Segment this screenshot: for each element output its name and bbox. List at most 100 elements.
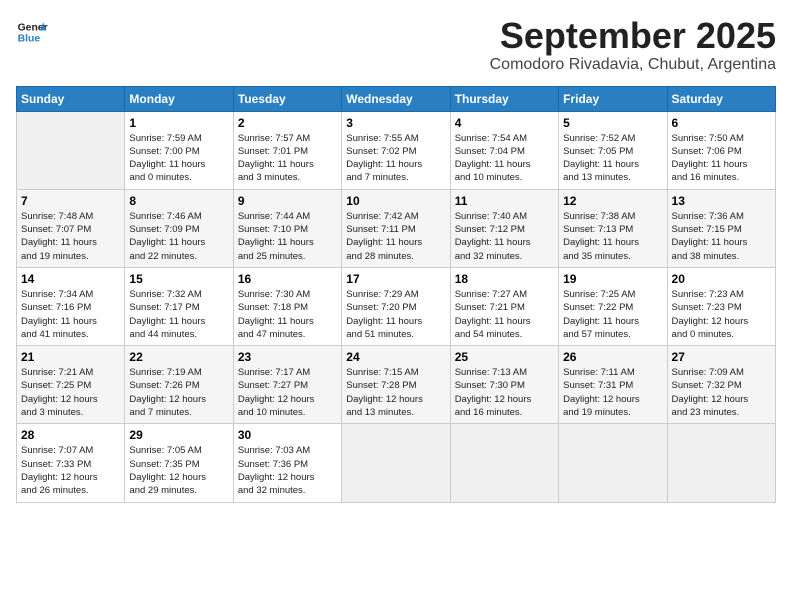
calendar-cell: 9 Sunrise: 7:44 AM Sunset: 7:10 PM Daylig… [233, 189, 341, 267]
calendar-cell: 25 Sunrise: 7:13 AM Sunset: 7:30 PM Dayli… [450, 346, 558, 424]
day-info: Sunrise: 7:17 AM Sunset: 7:27 PM Dayligh… [238, 366, 337, 419]
day-number: 10 [346, 194, 445, 208]
day-number: 16 [238, 272, 337, 286]
day-number: 28 [21, 428, 120, 442]
day-info: Sunrise: 7:05 AM Sunset: 7:35 PM Dayligh… [129, 444, 228, 497]
day-number: 7 [21, 194, 120, 208]
day-info: Sunrise: 7:27 AM Sunset: 7:21 PM Dayligh… [455, 288, 554, 341]
weekday-header: Sunday [17, 86, 125, 111]
calendar-table: SundayMondayTuesdayWednesdayThursdayFrid… [16, 86, 776, 503]
day-info: Sunrise: 7:21 AM Sunset: 7:25 PM Dayligh… [21, 366, 120, 419]
calendar-cell: 2Sunrise: 7:57 AM Sunset: 7:01 PM Daylig… [233, 111, 341, 189]
calendar-week-row: 14 Sunrise: 7:34 AM Sunset: 7:16 PM Dayli… [17, 267, 776, 345]
svg-text:Blue: Blue [18, 34, 41, 45]
day-number: 13 [672, 194, 771, 208]
calendar-cell: 17 Sunrise: 7:29 AM Sunset: 7:20 PM Dayli… [342, 267, 450, 345]
day-number: 8 [129, 194, 228, 208]
day-number: 9 [238, 194, 337, 208]
calendar-week-row: 21 Sunrise: 7:21 AM Sunset: 7:25 PM Dayli… [17, 346, 776, 424]
day-info: Sunrise: 7:15 AM Sunset: 7:28 PM Dayligh… [346, 366, 445, 419]
calendar-cell: 18 Sunrise: 7:27 AM Sunset: 7:21 PM Dayli… [450, 267, 558, 345]
weekday-header: Saturday [667, 86, 775, 111]
day-info: Sunrise: 7:38 AM Sunset: 7:13 PM Dayligh… [563, 210, 662, 263]
calendar-cell: 15 Sunrise: 7:32 AM Sunset: 7:17 PM Dayli… [125, 267, 233, 345]
calendar-cell: 28 Sunrise: 7:07 AM Sunset: 7:33 PM Dayli… [17, 424, 125, 502]
day-number: 24 [346, 350, 445, 364]
calendar-cell: 8 Sunrise: 7:46 AM Sunset: 7:09 PM Daylig… [125, 189, 233, 267]
logo-icon: General Blue [16, 16, 48, 48]
calendar-cell: 14 Sunrise: 7:34 AM Sunset: 7:16 PM Dayli… [17, 267, 125, 345]
day-info: Sunrise: 7:30 AM Sunset: 7:18 PM Dayligh… [238, 288, 337, 341]
day-info: Sunrise: 7:09 AM Sunset: 7:32 PM Dayligh… [672, 366, 771, 419]
calendar-cell: 30 Sunrise: 7:03 AM Sunset: 7:36 PM Dayli… [233, 424, 341, 502]
calendar-cell: 22 Sunrise: 7:19 AM Sunset: 7:26 PM Dayli… [125, 346, 233, 424]
day-info: Sunrise: 7:03 AM Sunset: 7:36 PM Dayligh… [238, 444, 337, 497]
day-info: Sunrise: 7:34 AM Sunset: 7:16 PM Dayligh… [21, 288, 120, 341]
day-number: 1 [129, 116, 228, 130]
calendar-cell: 29Sunrise: 7:05 AM Sunset: 7:35 PM Dayli… [125, 424, 233, 502]
day-info: Sunrise: 7:52 AM Sunset: 7:05 PM Dayligh… [563, 132, 662, 185]
day-number: 26 [563, 350, 662, 364]
calendar-cell: 10Sunrise: 7:42 AM Sunset: 7:11 PM Dayli… [342, 189, 450, 267]
day-number: 15 [129, 272, 228, 286]
day-info: Sunrise: 7:32 AM Sunset: 7:17 PM Dayligh… [129, 288, 228, 341]
calendar-cell: 23 Sunrise: 7:17 AM Sunset: 7:27 PM Dayli… [233, 346, 341, 424]
day-info: Sunrise: 7:59 AM Sunset: 7:00 PM Dayligh… [129, 132, 228, 185]
calendar-cell [450, 424, 558, 502]
day-info: Sunrise: 7:23 AM Sunset: 7:23 PM Dayligh… [672, 288, 771, 341]
calendar-cell: 4 Sunrise: 7:54 AM Sunset: 7:04 PM Daylig… [450, 111, 558, 189]
day-info: Sunrise: 7:07 AM Sunset: 7:33 PM Dayligh… [21, 444, 120, 497]
weekday-header: Tuesday [233, 86, 341, 111]
calendar-cell: 27Sunrise: 7:09 AM Sunset: 7:32 PM Dayli… [667, 346, 775, 424]
weekday-header-row: SundayMondayTuesdayWednesdayThursdayFrid… [17, 86, 776, 111]
day-number: 20 [672, 272, 771, 286]
day-info: Sunrise: 7:54 AM Sunset: 7:04 PM Dayligh… [455, 132, 554, 185]
day-info: Sunrise: 7:36 AM Sunset: 7:15 PM Dayligh… [672, 210, 771, 263]
calendar-cell: 7 Sunrise: 7:48 AM Sunset: 7:07 PM Daylig… [17, 189, 125, 267]
day-number: 18 [455, 272, 554, 286]
day-info: Sunrise: 7:13 AM Sunset: 7:30 PM Dayligh… [455, 366, 554, 419]
day-info: Sunrise: 7:46 AM Sunset: 7:09 PM Dayligh… [129, 210, 228, 263]
day-number: 12 [563, 194, 662, 208]
day-number: 23 [238, 350, 337, 364]
weekday-header: Friday [559, 86, 667, 111]
calendar-cell: 16 Sunrise: 7:30 AM Sunset: 7:18 PM Dayli… [233, 267, 341, 345]
calendar-cell: 12 Sunrise: 7:38 AM Sunset: 7:13 PM Dayli… [559, 189, 667, 267]
weekday-header: Wednesday [342, 86, 450, 111]
calendar-cell: 20 Sunrise: 7:23 AM Sunset: 7:23 PM Dayli… [667, 267, 775, 345]
day-info: Sunrise: 7:11 AM Sunset: 7:31 PM Dayligh… [563, 366, 662, 419]
day-number: 14 [21, 272, 120, 286]
day-number: 17 [346, 272, 445, 286]
logo: General Blue [16, 16, 48, 48]
calendar-week-row: 28 Sunrise: 7:07 AM Sunset: 7:33 PM Dayli… [17, 424, 776, 502]
day-number: 4 [455, 116, 554, 130]
day-info: Sunrise: 7:19 AM Sunset: 7:26 PM Dayligh… [129, 366, 228, 419]
day-info: Sunrise: 7:40 AM Sunset: 7:12 PM Dayligh… [455, 210, 554, 263]
calendar-cell [342, 424, 450, 502]
day-number: 6 [672, 116, 771, 130]
day-number: 2 [238, 116, 337, 130]
calendar-cell [559, 424, 667, 502]
calendar-cell: 13 Sunrise: 7:36 AM Sunset: 7:15 PM Dayli… [667, 189, 775, 267]
calendar-cell: 5 Sunrise: 7:52 AM Sunset: 7:05 PM Daylig… [559, 111, 667, 189]
day-info: Sunrise: 7:44 AM Sunset: 7:10 PM Dayligh… [238, 210, 337, 263]
calendar-cell: 19 Sunrise: 7:25 AM Sunset: 7:22 PM Dayli… [559, 267, 667, 345]
day-info: Sunrise: 7:25 AM Sunset: 7:22 PM Dayligh… [563, 288, 662, 341]
day-number: 21 [21, 350, 120, 364]
day-number: 25 [455, 350, 554, 364]
calendar-cell [17, 111, 125, 189]
calendar-cell: 3Sunrise: 7:55 AM Sunset: 7:02 PM Daylig… [342, 111, 450, 189]
calendar-cell: 11Sunrise: 7:40 AM Sunset: 7:12 PM Dayli… [450, 189, 558, 267]
calendar-cell: 21 Sunrise: 7:21 AM Sunset: 7:25 PM Dayli… [17, 346, 125, 424]
day-info: Sunrise: 7:50 AM Sunset: 7:06 PM Dayligh… [672, 132, 771, 185]
day-number: 5 [563, 116, 662, 130]
calendar-week-row: 1 Sunrise: 7:59 AM Sunset: 7:00 PM Daylig… [17, 111, 776, 189]
day-info: Sunrise: 7:48 AM Sunset: 7:07 PM Dayligh… [21, 210, 120, 263]
day-number: 22 [129, 350, 228, 364]
calendar-cell: 26 Sunrise: 7:11 AM Sunset: 7:31 PM Dayli… [559, 346, 667, 424]
calendar-cell: 1 Sunrise: 7:59 AM Sunset: 7:00 PM Daylig… [125, 111, 233, 189]
day-number: 30 [238, 428, 337, 442]
day-info: Sunrise: 7:55 AM Sunset: 7:02 PM Dayligh… [346, 132, 445, 185]
day-info: Sunrise: 7:29 AM Sunset: 7:20 PM Dayligh… [346, 288, 445, 341]
day-number: 19 [563, 272, 662, 286]
